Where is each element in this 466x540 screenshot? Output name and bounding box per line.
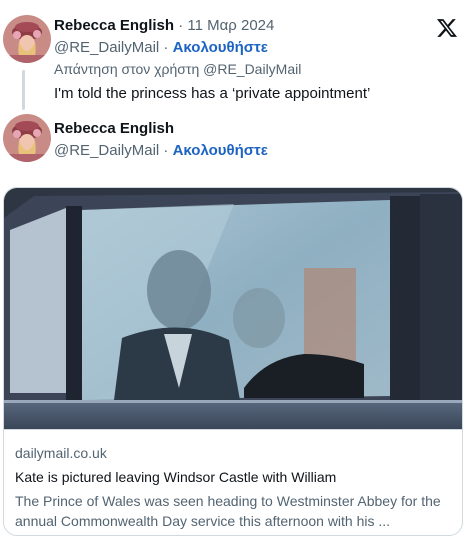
article-photo[interactable] bbox=[4, 188, 463, 429]
meta-separator: · bbox=[174, 17, 188, 34]
reply-to-label[interactable]: Απάντηση στον χρήστη @RE_DailyMail bbox=[54, 61, 301, 77]
handle-row: @RE_DailyMail · Ακολουθήστε bbox=[54, 142, 268, 159]
link-title[interactable]: Kate is pictured leaving Windsor Castle … bbox=[15, 469, 336, 485]
avatar[interactable] bbox=[3, 15, 51, 63]
handle-row: @RE_DailyMail · Ακολουθήστε bbox=[54, 39, 268, 56]
handle-separator: · bbox=[159, 39, 173, 56]
author-row: Rebecca English · 11 Μαρ 2024 bbox=[54, 17, 274, 34]
thread-connector-line bbox=[22, 70, 25, 110]
link-card[interactable]: dailymail.co.uk Kate is pictured leaving… bbox=[3, 187, 463, 536]
author-row: Rebecca English bbox=[54, 120, 174, 137]
follow-button[interactable]: Ακολουθήστε bbox=[173, 142, 268, 159]
reply-tweet: Rebecca English · 11 Μαρ 2024 @RE_DailyM… bbox=[0, 0, 466, 110]
link-domain: dailymail.co.uk bbox=[15, 445, 107, 461]
tweet-text: I'm told the princess has a ‘private app… bbox=[54, 85, 371, 102]
tweet-date[interactable]: 11 Μαρ 2024 bbox=[187, 17, 274, 34]
author-name[interactable]: Rebecca English bbox=[54, 17, 174, 34]
link-card-body[interactable]: dailymail.co.uk Kate is pictured leaving… bbox=[4, 429, 462, 535]
handle-separator: · bbox=[159, 142, 173, 159]
avatar[interactable] bbox=[3, 114, 51, 162]
original-tweet-header: Rebecca English @RE_DailyMail · Ακολουθή… bbox=[0, 110, 466, 170]
follow-button[interactable]: Ακολουθήστε bbox=[173, 39, 268, 56]
author-name[interactable]: Rebecca English bbox=[54, 120, 174, 137]
author-handle[interactable]: @RE_DailyMail bbox=[54, 142, 159, 159]
link-description: The Prince of Wales was seen heading to … bbox=[15, 493, 441, 529]
author-handle[interactable]: @RE_DailyMail bbox=[54, 39, 159, 56]
